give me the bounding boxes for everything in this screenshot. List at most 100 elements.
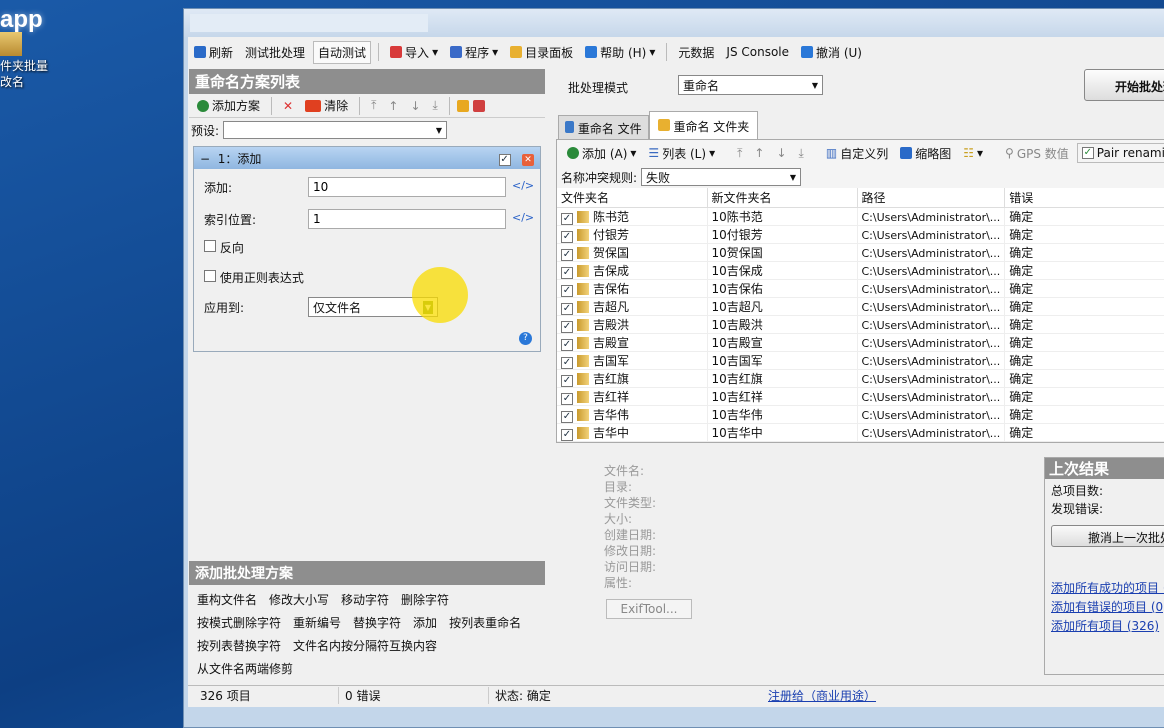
toolbar-button-1[interactable]: 测试批处理 [241, 42, 309, 63]
row-checkbox[interactable]: ✓ [561, 357, 573, 369]
desktop-app-icon[interactable]: app 件夹批量 改名 [0, 0, 60, 95]
table-row[interactable]: ✓ 吉红祥 10吉红祥 C:\Users\Administrator\... 确定 [557, 387, 1164, 406]
row-checkbox[interactable]: ✓ [561, 411, 573, 423]
table-row[interactable]: ✓ 吉殿洪 10吉殿洪 C:\Users\Administrator\... 确定 [557, 315, 1164, 334]
table-row[interactable]: ✓ 吉华伟 10吉华伟 C:\Users\Administrator\... 确定 [557, 405, 1164, 424]
row-checkbox[interactable]: ✓ [561, 429, 573, 441]
toolbar-button-5[interactable]: 目录面板 [506, 42, 577, 63]
pair-renaming-toggle[interactable]: ✓Pair renaming [1076, 143, 1164, 163]
preset-select[interactable]: ▼ [223, 121, 448, 139]
batch-scheme-item[interactable]: 重构文件名 [197, 593, 257, 607]
batch-scheme-item[interactable]: 按列表替换字符 [197, 639, 281, 653]
toolbar-button-8[interactable]: JS Console [722, 43, 793, 61]
batch-scheme-item[interactable]: 重新编号 [293, 616, 341, 630]
delete-button[interactable]: ✕ [279, 97, 297, 115]
regex-checkbox[interactable] [204, 270, 216, 282]
move-down-button[interactable]: ↓ [406, 97, 424, 115]
toolbar-button-6[interactable]: 帮助 (H) ▾ [581, 42, 659, 63]
conflict-select[interactable]: 失败 ▼ [641, 168, 802, 186]
add-scheme-button[interactable]: 添加方案 [193, 95, 264, 116]
exiftool-button[interactable]: ExifTool... [606, 599, 692, 619]
row-checkbox[interactable]: ✓ [561, 231, 573, 243]
add-text-input[interactable] [308, 177, 506, 197]
table-row[interactable]: ✓ 吉超凡 10吉超凡 C:\Users\Administrator\... 确定 [557, 297, 1164, 316]
toolbar-button-9[interactable]: 撤消 (U) [797, 42, 866, 63]
batch-scheme-item[interactable]: 文件名内按分隔符互换内容 [293, 639, 437, 653]
table-row[interactable]: ✓ 吉红旗 10吉红旗 C:\Users\Administrator\... 确定 [557, 369, 1164, 388]
title-bar[interactable] [184, 9, 1164, 37]
list-button[interactable]: ☰ 列表 (L) ▾ [644, 143, 719, 164]
save-icon[interactable] [472, 99, 485, 112]
batch-scheme-item[interactable]: 从文件名两端修剪 [197, 662, 293, 676]
help-icon[interactable]: ? [519, 332, 532, 345]
clear-button[interactable]: 清除 [301, 95, 352, 116]
batch-scheme-item[interactable]: 替换字符 [353, 616, 401, 630]
toolbar-button-7[interactable]: 元数据 [674, 42, 718, 63]
rule-enabled-checkbox[interactable]: ✓ [498, 153, 511, 166]
rule-header[interactable]: − 1：添加 ✓ ✕ [194, 147, 540, 169]
move-up-button[interactable]: ↑ [384, 97, 402, 115]
batch-scheme-item[interactable]: 按列表重命名 [449, 616, 521, 630]
row-checkbox[interactable]: ✓ [561, 339, 573, 351]
add-button[interactable]: 添加 (A) ▾ [563, 143, 640, 164]
move-up-button[interactable]: ↑ [750, 144, 768, 162]
batch-scheme-item[interactable]: 修改大小写 [269, 593, 329, 607]
index-stepper[interactable] [308, 209, 506, 229]
view-options-button[interactable]: ☷ ▾ [959, 144, 987, 162]
row-checkbox[interactable]: ✓ [561, 213, 573, 225]
register-link[interactable]: 注册给（商业用途） [768, 687, 876, 704]
reverse-option[interactable]: 反向 [204, 239, 244, 256]
toolbar-button-4[interactable]: 程序 ▾ [446, 42, 502, 63]
move-down-button[interactable]: ↓ [772, 144, 790, 162]
mode-select[interactable]: 重命名 ▼ [678, 75, 823, 95]
column-header[interactable]: 文件夹名 [557, 188, 708, 208]
gps-button[interactable]: ⚲ GPS 数值 [1001, 143, 1073, 164]
collapse-icon[interactable]: − [200, 152, 210, 166]
remove-rule-icon[interactable]: ✕ [522, 153, 534, 166]
folder-table: 文件夹名 新文件夹名 路径 错误 ✓ 陈书范 10陈书范 C:\Users\Administr… [557, 188, 1164, 442]
move-bottom-button[interactable]: ⤓ [429, 96, 442, 115]
table-row[interactable]: ✓ 吉保佑 10吉保佑 C:\Users\Administrator\... 确定 [557, 279, 1164, 298]
batch-scheme-item[interactable]: 添加 [413, 616, 437, 630]
row-checkbox[interactable]: ✓ [561, 303, 573, 315]
code-icon[interactable]: </> [512, 179, 534, 192]
table-row[interactable]: ✓ 吉国军 10吉国军 C:\Users\Administrator\... 确定 [557, 351, 1164, 370]
open-folder-icon[interactable] [456, 99, 469, 112]
row-checkbox[interactable]: ✓ [561, 393, 573, 405]
table-row[interactable]: ✓ 吉保成 10吉保成 C:\Users\Administrator\... 确定 [557, 261, 1164, 280]
batch-scheme-item[interactable]: 按模式删除字符 [197, 616, 281, 630]
start-batch-button[interactable]: 开始批处理 [1084, 69, 1164, 101]
regex-option[interactable]: 使用正则表达式 [204, 269, 304, 286]
column-header[interactable]: 路径 [857, 188, 1006, 208]
table-row[interactable]: ✓ 陈书范 10陈书范 C:\Users\Administrator\... 确定 [557, 207, 1164, 226]
move-top-button[interactable]: ⤒ [733, 144, 746, 163]
column-header[interactable]: 错误 [1004, 188, 1164, 208]
table-row[interactable]: ✓ 贺保国 10贺保国 C:\Users\Administrator\... 确定 [557, 243, 1164, 262]
code-icon[interactable]: </> [512, 211, 534, 224]
custom-columns-button[interactable]: ▥ 自定义列 [822, 143, 892, 164]
move-top-button[interactable]: ⤒ [367, 96, 380, 115]
toolbar-button-3[interactable]: 导入 ▾ [386, 42, 442, 63]
toolbar-button-2[interactable]: 自动测试 [313, 40, 372, 64]
row-checkbox[interactable]: ✓ [561, 285, 573, 297]
reverse-checkbox[interactable] [204, 240, 216, 252]
row-checkbox[interactable]: ✓ [561, 375, 573, 387]
tab-rename-folders[interactable]: 重命名 文件夹 [648, 111, 759, 141]
row-checkbox[interactable]: ✓ [561, 321, 573, 333]
undo-last-batch-button[interactable]: 撤消上一次批处理 [1051, 525, 1164, 547]
table-row[interactable]: ✓ 吉殿宣 10吉殿宣 C:\Users\Administrator\... 确定 [557, 333, 1164, 352]
move-bottom-button[interactable]: ⤓ [795, 144, 808, 163]
batch-scheme-item[interactable]: 移动字符 [341, 593, 389, 607]
thumbnails-button[interactable]: 缩略图 [896, 143, 955, 164]
toolbar-button-0[interactable]: 刷新 [190, 42, 237, 63]
table-row[interactable]: ✓ 付银芳 10付银芳 C:\Users\Administrator\... 确定 [557, 225, 1164, 244]
column-header[interactable]: 新文件夹名 [707, 188, 858, 208]
add-items-link[interactable]: 添加所有成功的项目 (0) [1051, 579, 1164, 598]
row-checkbox[interactable]: ✓ [561, 267, 573, 279]
batch-scheme-item[interactable]: 删除字符 [401, 593, 449, 607]
row-checkbox[interactable]: ✓ [561, 249, 573, 261]
tab-rename-files[interactable]: 重命名 文件 [558, 115, 649, 141]
add-items-link[interactable]: 添加有错误的项目 (0) [1051, 598, 1164, 617]
table-row[interactable]: ✓ 吉华中 10吉华中 C:\Users\Administrator\... 确定 [557, 423, 1164, 442]
add-items-link[interactable]: 添加所有项目 (326) [1051, 617, 1164, 636]
